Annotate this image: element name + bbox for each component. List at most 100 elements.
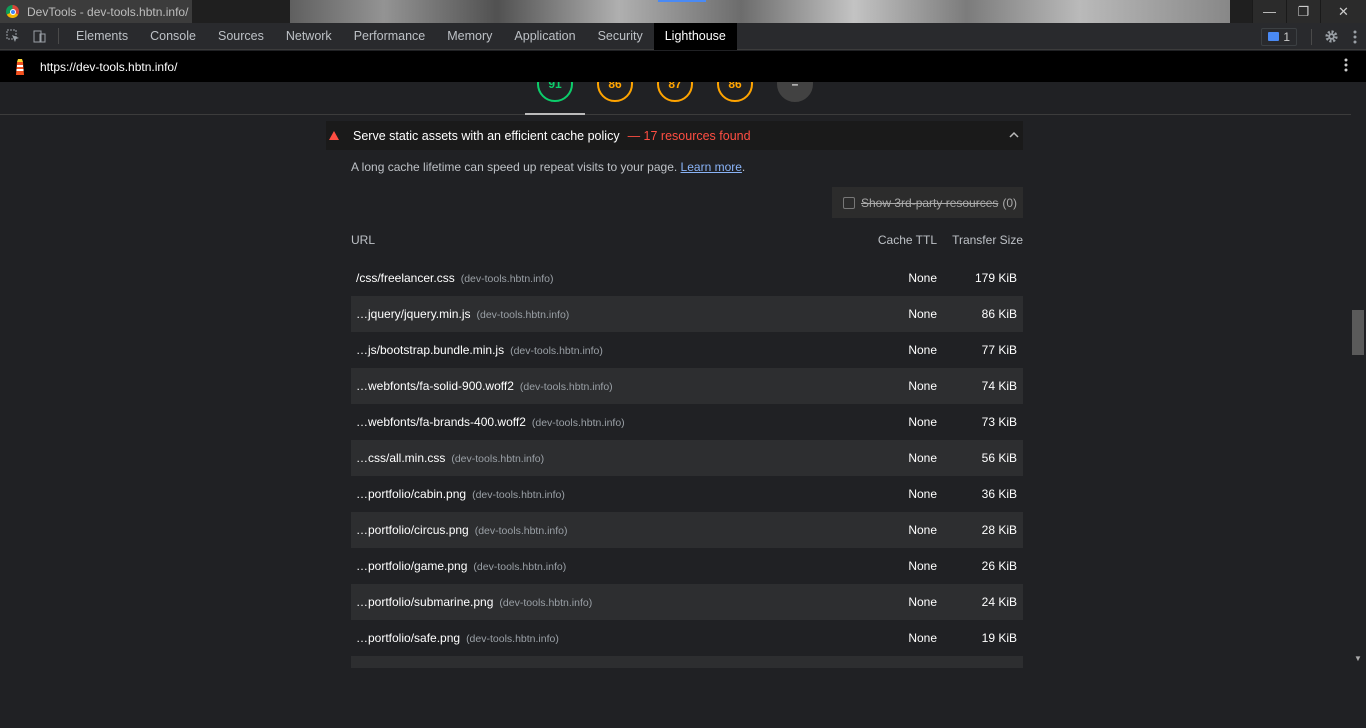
resource-cache-ttl: None (908, 523, 937, 537)
window-title: DevTools - dev-tools.hbtn.info/ (27, 4, 189, 19)
bottom-area (0, 668, 1366, 728)
table-row: …webfonts/fa-solid-900.woff2 (dev-tools.h… (351, 368, 1023, 404)
gauge-seo[interactable]: 86 (717, 82, 753, 102)
gauge-performance[interactable]: 91 (537, 82, 573, 102)
table-row: …portfolio/cabin.png (dev-tools.hbtn.info… (351, 476, 1023, 512)
report-url: https://dev-tools.hbtn.info/ (40, 59, 178, 74)
resource-path: …portfolio/safe.png (356, 631, 461, 645)
table-row: …js/bootstrap.bundle.min.js (dev-tools.hb… (351, 332, 1023, 368)
chrome-icon (6, 5, 19, 18)
background-image (290, 0, 1230, 23)
resource-cache-ttl: None (908, 379, 937, 393)
minimize-icon[interactable]: — (1252, 0, 1286, 23)
table-row: …portfolio/safe.png (dev-tools.hbtn.info)… (351, 620, 1023, 656)
restore-icon[interactable]: ❐ (1286, 0, 1320, 23)
resource-path: …portfolio/submarine.png (356, 595, 494, 609)
third-party-checkbox[interactable] (843, 196, 855, 209)
resource-url[interactable]: …jquery/jquery.min.js (dev-tools.hbtn.inf… (356, 307, 569, 321)
tab-network[interactable]: Network (275, 23, 343, 50)
resource-url[interactable]: …portfolio/safe.png (dev-tools.hbtn.info) (356, 631, 559, 645)
toolbar-right: 1 (1261, 23, 1366, 50)
resource-path: …portfolio/cabin.png (356, 487, 467, 501)
lighthouse-report-bar: https://dev-tools.hbtn.info/ (0, 51, 1366, 82)
tab-security[interactable]: Security (587, 23, 654, 50)
resource-host: (dev-tools.hbtn.info) (460, 273, 554, 285)
resource-transfer-size: 179 KiB (974, 271, 1017, 285)
gauge-accessibility[interactable]: 86 (597, 82, 633, 102)
scrollbar-thumb[interactable] (1352, 310, 1364, 355)
resource-cache-ttl: None (908, 415, 937, 429)
resource-url[interactable]: …portfolio/cabin.png (dev-tools.hbtn.info… (356, 487, 565, 501)
resource-url[interactable]: /css/freelancer.css (dev-tools.hbtn.info) (356, 271, 554, 285)
audit-cache-policy: Serve static assets with an efficient ca… (326, 121, 1023, 692)
inspect-element-icon[interactable] (0, 23, 26, 50)
report-menu-icon[interactable] (1344, 58, 1348, 72)
resource-transfer-size: 77 KiB (981, 343, 1017, 357)
resource-cache-ttl: None (908, 487, 937, 501)
resource-transfer-size: 19 KiB (981, 631, 1017, 645)
resource-url[interactable]: …portfolio/submarine.png (dev-tools.hbtn.… (356, 595, 592, 609)
third-party-filter[interactable]: Show 3rd-party resources (0) (832, 187, 1023, 218)
resource-transfer-size: 26 KiB (981, 559, 1017, 573)
resource-transfer-size: 24 KiB (981, 595, 1017, 609)
window-tab[interactable]: DevTools - dev-tools.hbtn.info/ (0, 0, 192, 23)
resource-transfer-size: 28 KiB (981, 523, 1017, 537)
tab-memory[interactable]: Memory (436, 23, 503, 50)
tab-console[interactable]: Console (139, 23, 207, 50)
table-body: /css/freelancer.css (dev-tools.hbtn.info)… (351, 260, 1023, 692)
resource-cache-ttl: None (908, 595, 937, 609)
resource-host: (dev-tools.hbtn.info) (531, 417, 625, 429)
resource-url[interactable]: …portfolio/game.png (dev-tools.hbtn.info) (356, 559, 566, 573)
table-row: …portfolio/circus.png (dev-tools.hbtn.inf… (351, 512, 1023, 548)
message-icon (1268, 32, 1280, 41)
tab-sources[interactable]: Sources (207, 23, 275, 50)
more-options-icon[interactable] (1344, 23, 1366, 50)
resource-host: (dev-tools.hbtn.info) (473, 561, 567, 573)
table-row: …webfonts/fa-brands-400.woff2 (dev-tools.… (351, 404, 1023, 440)
resource-url[interactable]: …webfonts/fa-brands-400.woff2 (dev-tools.… (356, 415, 625, 429)
tab-application[interactable]: Application (503, 23, 586, 50)
resource-url[interactable]: …portfolio/circus.png (dev-tools.hbtn.inf… (356, 523, 568, 537)
resource-cache-ttl: None (908, 631, 937, 645)
audit-header[interactable]: Serve static assets with an efficient ca… (326, 121, 1023, 150)
device-toolbar-icon[interactable] (26, 23, 52, 50)
tab-lighthouse[interactable]: Lighthouse (653, 22, 737, 50)
gear-icon[interactable] (1318, 23, 1344, 50)
resource-transfer-size: 36 KiB (981, 487, 1017, 501)
table-header: URL Cache TTL Transfer Size (351, 227, 1023, 252)
resources-table: URL Cache TTL Transfer Size /css/freelan… (351, 227, 1023, 692)
window-controls: — ❐ ✕ (1252, 0, 1366, 23)
issues-counter[interactable]: 1 (1261, 27, 1297, 46)
tab-elements[interactable]: Elements (65, 23, 139, 50)
tab-performance[interactable]: Performance (343, 23, 437, 50)
resource-path: …css/all.min.css (356, 451, 446, 465)
learn-more-link[interactable]: Learn more (681, 160, 742, 174)
column-transfer-size: Transfer Size (952, 232, 1023, 247)
resource-cache-ttl: None (908, 343, 937, 357)
resource-path: /css/freelancer.css (356, 271, 455, 285)
resource-host: (dev-tools.hbtn.info) (519, 381, 613, 393)
resource-url[interactable]: …js/bootstrap.bundle.min.js (dev-tools.hb… (356, 343, 603, 357)
toolbar-divider (58, 28, 59, 44)
column-url: URL (351, 232, 376, 247)
scroll-down-arrow-icon[interactable]: ▼ (1354, 654, 1362, 663)
resource-url[interactable]: …css/all.min.css (dev-tools.hbtn.info) (356, 451, 544, 465)
gauge-best-practices[interactable]: 87 (657, 82, 693, 102)
gauge-pwa[interactable]: – (777, 82, 813, 102)
chevron-up-icon[interactable] (1009, 129, 1019, 141)
resource-url[interactable]: …webfonts/fa-solid-900.woff2 (dev-tools.h… (356, 379, 613, 393)
resource-host: (dev-tools.hbtn.info) (476, 309, 570, 321)
table-row: …css/all.min.css (dev-tools.hbtn.info) Non… (351, 440, 1023, 476)
vertical-scrollbar[interactable]: ▼ (1351, 82, 1366, 668)
devtools-toolbar: Elements Console Sources Network Perform… (0, 22, 1366, 50)
table-row: …jquery/jquery.min.js (dev-tools.hbtn.inf… (351, 296, 1023, 332)
resource-transfer-size: 86 KiB (981, 307, 1017, 321)
table-row: …portfolio/submarine.png (dev-tools.hbtn.… (351, 584, 1023, 620)
resource-host: (dev-tools.hbtn.info) (466, 633, 559, 645)
resource-transfer-size: 56 KiB (981, 451, 1017, 465)
resource-path: …webfonts/fa-brands-400.woff2 (356, 415, 526, 429)
table-row: /css/freelancer.css (dev-tools.hbtn.info)… (351, 260, 1023, 296)
fail-triangle-icon (329, 131, 339, 140)
third-party-label: Show 3rd-party resources (861, 195, 999, 210)
close-icon[interactable]: ✕ (1320, 0, 1366, 23)
